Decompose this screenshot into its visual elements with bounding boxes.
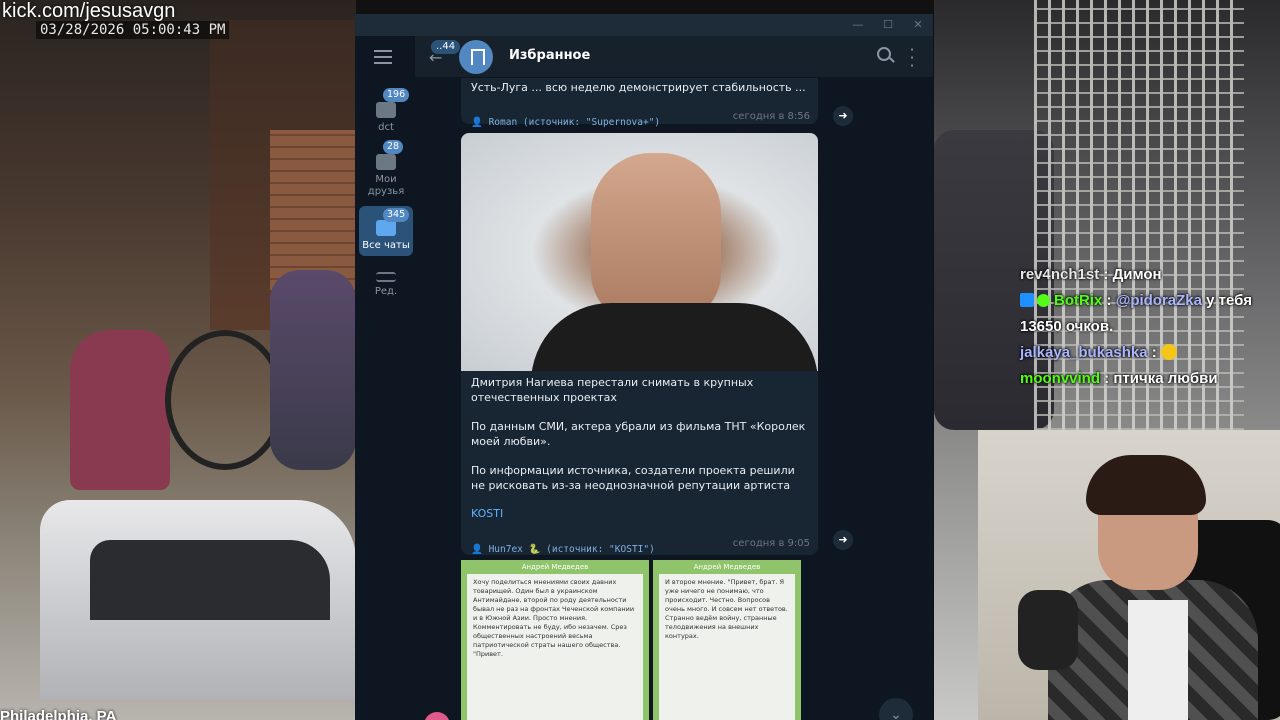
chat-message: BotRix : @pidoraZka у тебя 13650 очков. (1020, 292, 1252, 335)
thumb-channel-title: Андрей Медведев (659, 560, 795, 574)
white-tee (1128, 600, 1188, 720)
window-titlebar[interactable]: — ☐ ✕ (355, 14, 933, 36)
share-arrow-icon[interactable]: ➜ (833, 106, 853, 126)
folder-all-chats[interactable]: 345 Все чаты (359, 206, 413, 256)
street-scene-left (0, 0, 356, 720)
telegram-window: — ☐ ✕ 196 dct 28 Мои друзья 345 Все чаты (355, 14, 933, 720)
stream-url: kick.com/jesusavgn (2, 0, 176, 22)
message-text: Усть-Луга ... всю неделю демонстрирует с… (471, 81, 806, 94)
message-photo[interactable] (461, 133, 818, 371)
chat-message: jalkaya_bukashka : (1020, 340, 1270, 366)
chat-header: ← ..44 Избранное · · · (415, 36, 933, 78)
folder-dct[interactable]: 196 dct (359, 88, 413, 138)
stream-location: Philadelphia, PA (0, 708, 117, 720)
chat-username: jalkaya_bukashka (1020, 344, 1148, 361)
chat-username: BotRix (1054, 292, 1103, 309)
chat-message: moonvvind : птичка любви (1020, 370, 1218, 387)
brick-wall (270, 130, 356, 290)
thumb-channel-title: Андрей Медведев (467, 560, 643, 574)
verified-badge-icon (1037, 294, 1050, 307)
hamburger-icon[interactable] (374, 50, 392, 64)
folder-label: Все чаты (362, 240, 410, 251)
chat-mention: @pidoraZka (1115, 292, 1202, 309)
thumb-text: Хочу поделиться мнениями своих давних то… (473, 578, 635, 658)
message-bubble[interactable]: Дмитрия Нагиева перестали снимать в круп… (461, 133, 818, 555)
folder-label: Мои друзья (367, 174, 405, 197)
chat-title[interactable]: Избранное (509, 48, 590, 63)
message-paragraph: По информации источника, создатели проек… (471, 464, 795, 492)
message-bubble[interactable]: Усть-Луга ... всю неделю демонстрирует с… (461, 78, 818, 128)
chat-message: rev4nch1st : Димон (1020, 266, 1162, 283)
streamer-webcam (978, 430, 1280, 720)
folder-icon (376, 154, 396, 170)
saved-messages-avatar (459, 40, 493, 74)
unread-badge: 28 (383, 140, 404, 154)
bot-badge-icon (1020, 293, 1034, 307)
folder-edit[interactable]: Ред. (359, 268, 413, 308)
message-paragraph: По данным СМИ, актера убрали из фильма Т… (471, 420, 806, 448)
person-figure (70, 330, 170, 490)
message-list[interactable]: Усть-Луга ... всю неделю демонстрирует с… (415, 78, 933, 720)
close-button[interactable]: ✕ (907, 16, 929, 34)
forward-source: 👤 Roman (источник: "Supernova+") (471, 117, 661, 128)
maximize-button[interactable]: ☐ (877, 16, 899, 34)
bags (270, 270, 356, 470)
minimize-button[interactable]: — (847, 16, 869, 34)
unread-badge: 196 (383, 88, 410, 102)
folder-label: dct (378, 122, 394, 133)
message-time: сегодня в 8:56 (732, 111, 810, 122)
chats-icon (376, 220, 396, 236)
chat-text: Димон (1112, 266, 1162, 283)
car-window (90, 540, 330, 620)
unread-badge: 345 (383, 208, 410, 222)
reaction-icon[interactable] (424, 712, 450, 720)
message-time: сегодня в 9:05 (732, 538, 810, 549)
forward-source: 👤 Hun7ex 🐍 (источник: "KOSTI") (471, 544, 655, 555)
more-vertical-icon[interactable]: · · · (909, 42, 915, 74)
album-image[interactable]: Андрей Медведев Хочу поделиться мнениями… (461, 560, 649, 720)
thumb-text: И второе мнение. "Привет, брат. Я уже ни… (665, 578, 788, 640)
portrait-face (591, 153, 721, 323)
forward-info: 👤 Hun7ex 🐍 (источник: "KOSTI") (471, 537, 655, 556)
message-album[interactable]: Андрей Медведев Хочу поделиться мнениями… (461, 560, 818, 720)
message-body: Дмитрия Нагиева перестали снимать в круп… (461, 375, 818, 520)
search-icon[interactable] (877, 47, 891, 61)
source-link[interactable]: KOSTI (461, 507, 818, 520)
stream-frame: kick.com/jesusavgn 03/28/2026 05:00:43 P… (0, 0, 1280, 720)
chat-username: moonvvind (1020, 370, 1101, 387)
message-paragraph: Дмитрия Нагиева перестали снимать в круп… (471, 376, 754, 404)
chat-username: rev4nch1st (1020, 266, 1100, 283)
chat-text: птичка любви (1113, 370, 1218, 387)
streamer-hair (1086, 455, 1206, 515)
forward-info: 👤 Roman (источник: "Supernova+") (471, 110, 660, 129)
scroll-down-button[interactable]: ⌄ (879, 698, 913, 720)
portrait-jacket (531, 303, 818, 371)
wheelchair (165, 330, 285, 470)
folder-label: Ред. (374, 286, 398, 297)
chat-overlay: rev4nch1st : Димон BotRix : @pidoraZka у… (1020, 262, 1270, 392)
album-image[interactable]: Андрей Медведев И второе мнение. "Привет… (653, 560, 801, 720)
folder-rail: 196 dct 28 Мои друзья 345 Все чаты Ред. (355, 36, 415, 720)
folder-my-friends[interactable]: 28 Мои друзья (359, 140, 413, 197)
back-unread-badge: ..44 (431, 40, 461, 54)
share-arrow-icon[interactable]: ➜ (833, 530, 853, 550)
sliders-icon (376, 272, 396, 282)
stream-timestamp: 03/28/2026 05:00:43 PM (36, 21, 230, 39)
microphone (1018, 590, 1078, 670)
emoji-face-icon (1160, 344, 1177, 360)
folder-icon (376, 102, 396, 118)
